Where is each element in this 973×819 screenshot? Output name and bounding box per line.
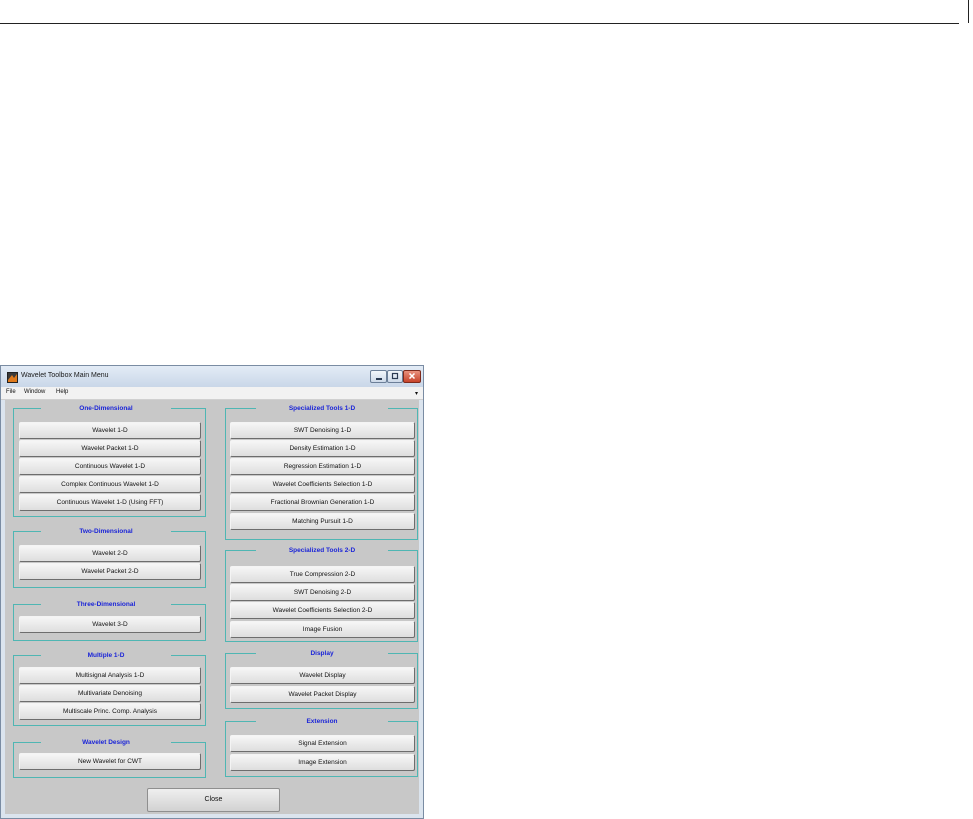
maximize-icon: [391, 372, 399, 380]
menu-bar: File Window Help ▾: [1, 387, 423, 400]
panel-title: Two-Dimensional: [41, 526, 171, 537]
image-fusion-button[interactable]: Image Fusion: [230, 621, 415, 638]
menu-help[interactable]: Help: [56, 389, 68, 395]
panel-wavelet-design: Wavelet Design New Wavelet for CWT: [13, 737, 206, 778]
title-bar[interactable]: Wavelet Toolbox Main Menu: [1, 366, 423, 387]
fractional-brownian-generation-1d-button[interactable]: Fractional Brownian Generation 1-D: [230, 494, 415, 511]
panel-title: Wavelet Design: [41, 737, 171, 748]
matlab-icon: [7, 372, 18, 383]
minimize-icon: [375, 378, 382, 380]
panel-extension: Extension Signal Extension Image Extensi…: [225, 716, 418, 777]
continuous-wavelet-1d-button[interactable]: Continuous Wavelet 1-D: [19, 458, 201, 475]
panel-specialized-tools-2d: Specialized Tools 2-D True Compression 2…: [225, 545, 418, 642]
page-header-tick: [968, 0, 969, 23]
true-compression-2d-button[interactable]: True Compression 2-D: [230, 566, 415, 583]
panel-title: Three-Dimensional: [41, 599, 171, 610]
wavelet-3d-button[interactable]: Wavelet 3-D: [19, 616, 201, 633]
wavelet-2d-button[interactable]: Wavelet 2-D: [19, 545, 201, 562]
panel-display: Display Wavelet Display Wavelet Packet D…: [225, 648, 418, 709]
main-menu-client: One-Dimensional Wavelet 1-D Wavelet Pack…: [5, 400, 419, 814]
complex-continuous-wavelet-1d-button[interactable]: Complex Continuous Wavelet 1-D: [19, 476, 201, 493]
panel-title: Extension: [256, 716, 388, 727]
regression-estimation-1d-button[interactable]: Regression Estimation 1-D: [230, 458, 415, 475]
multivariate-denoising-button[interactable]: Multivariate Denoising: [19, 685, 201, 702]
menu-file[interactable]: File: [6, 389, 16, 395]
wavelet-toolbox-window: Wavelet Toolbox Main Menu File Window He…: [0, 365, 424, 819]
close-button[interactable]: Close: [147, 788, 280, 812]
menu-overflow-icon[interactable]: ▾: [415, 390, 418, 397]
panel-title: Display: [256, 648, 388, 659]
panel-title: One-Dimensional: [41, 403, 171, 414]
window-close-button[interactable]: [403, 370, 421, 383]
panel-one-dimensional: One-Dimensional Wavelet 1-D Wavelet Pack…: [13, 403, 206, 517]
wavelet-1d-button[interactable]: Wavelet 1-D: [19, 422, 201, 439]
new-wavelet-for-cwt-button[interactable]: New Wavelet for CWT: [19, 753, 201, 770]
wavelet-coefficients-selection-2d-button[interactable]: Wavelet Coefficients Selection 2-D: [230, 602, 415, 619]
panel-multiple-1d: Multiple 1-D Multisignal Analysis 1-D Mu…: [13, 650, 206, 726]
wavelet-coefficients-selection-1d-button[interactable]: Wavelet Coefficients Selection 1-D: [230, 476, 415, 493]
image-extension-button[interactable]: Image Extension: [230, 754, 415, 771]
multisignal-analysis-1d-button[interactable]: Multisignal Analysis 1-D: [19, 667, 201, 684]
swt-denoising-1d-button[interactable]: SWT Denoising 1-D: [230, 422, 415, 439]
page-header-rule: [0, 23, 959, 24]
density-estimation-1d-button[interactable]: Density Estimation 1-D: [230, 440, 415, 457]
wavelet-packet-display-button[interactable]: Wavelet Packet Display: [230, 686, 415, 703]
wavelet-packet-1d-button[interactable]: Wavelet Packet 1-D: [19, 440, 201, 457]
matching-pursuit-1d-button[interactable]: Matching Pursuit 1-D: [230, 513, 415, 530]
close-icon: [408, 372, 416, 380]
panel-title: Multiple 1-D: [41, 650, 171, 661]
multiscale-princ-comp-analysis-button[interactable]: Multiscale Princ. Comp. Analysis: [19, 703, 201, 720]
wavelet-display-button[interactable]: Wavelet Display: [230, 667, 415, 684]
panel-three-dimensional: Three-Dimensional Wavelet 3-D: [13, 599, 206, 641]
swt-denoising-2d-button[interactable]: SWT Denoising 2-D: [230, 584, 415, 601]
minimize-button[interactable]: [370, 370, 387, 383]
window-title: Wavelet Toolbox Main Menu: [21, 372, 109, 379]
signal-extension-button[interactable]: Signal Extension: [230, 735, 415, 752]
maximize-button[interactable]: [387, 370, 403, 383]
panel-two-dimensional: Two-Dimensional Wavelet 2-D Wavelet Pack…: [13, 526, 206, 588]
panel-title: Specialized Tools 2-D: [256, 545, 388, 556]
wavelet-packet-2d-button[interactable]: Wavelet Packet 2-D: [19, 563, 201, 580]
panel-title: Specialized Tools 1-D: [256, 403, 388, 414]
menu-window[interactable]: Window: [24, 389, 45, 395]
panel-specialized-tools-1d: Specialized Tools 1-D SWT Denoising 1-D …: [225, 403, 418, 540]
continuous-wavelet-1d-fft-button[interactable]: Continuous Wavelet 1-D (Using FFT): [19, 494, 201, 511]
